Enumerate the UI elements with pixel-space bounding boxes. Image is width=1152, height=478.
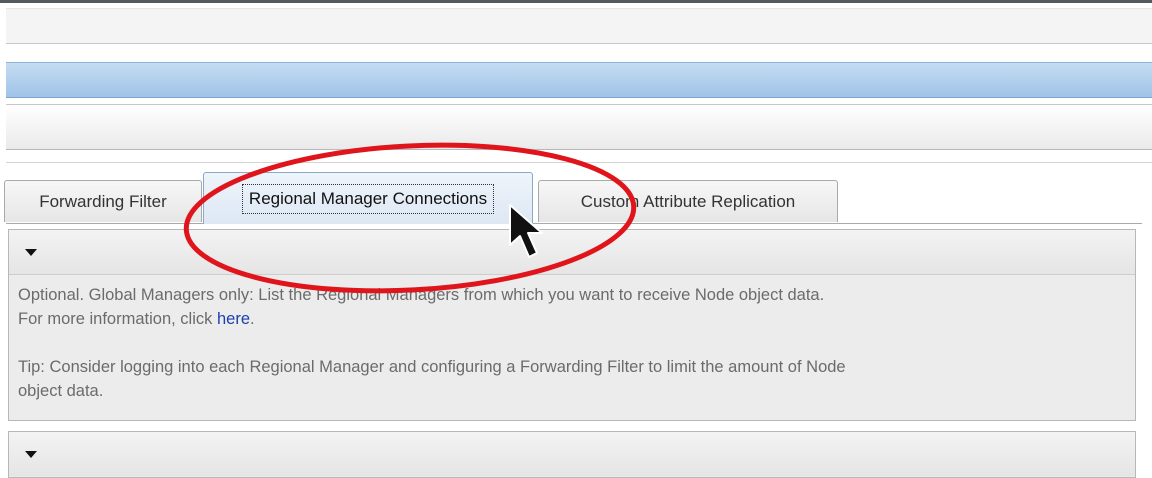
chevron-down-icon[interactable] bbox=[25, 249, 37, 256]
form-title-bar bbox=[6, 62, 1152, 98]
tip-line-continued: object data. bbox=[18, 382, 104, 400]
more-info-text: For more information, click bbox=[18, 310, 217, 328]
tab-label: Regional Manager Connections bbox=[241, 184, 495, 214]
tip-line: Tip: Consider logging into each Regional… bbox=[18, 358, 846, 376]
tab-label: Forwarding Filter bbox=[39, 192, 167, 211]
info-section: Optional. Global Managers only: List the… bbox=[8, 229, 1136, 421]
more-info-line: For more information, click here. bbox=[18, 307, 1135, 331]
tab-custom-attribute-replication[interactable]: Custom Attribute Replication bbox=[538, 180, 838, 222]
here-link[interactable]: here bbox=[217, 310, 250, 328]
window-top-border bbox=[0, 0, 1152, 3]
toolbar bbox=[6, 8, 1152, 44]
table-section bbox=[8, 431, 1136, 478]
section-description: Optional. Global Managers only: List the… bbox=[9, 275, 1135, 403]
app-window: Forwarding Filter Custom Attribute Repli… bbox=[0, 0, 1152, 478]
form-header bbox=[6, 104, 1152, 150]
description-line: Optional. Global Managers only: List the… bbox=[18, 286, 825, 304]
more-info-period: . bbox=[250, 310, 255, 328]
section-header[interactable] bbox=[9, 230, 1135, 275]
chevron-down-icon[interactable] bbox=[25, 451, 37, 458]
tab-forwarding-filter[interactable]: Forwarding Filter bbox=[4, 180, 202, 222]
tab-regional-manager-connections[interactable]: Regional Manager Connections bbox=[203, 172, 533, 224]
section-header[interactable] bbox=[9, 432, 1135, 476]
tab-label: Custom Attribute Replication bbox=[580, 192, 796, 211]
